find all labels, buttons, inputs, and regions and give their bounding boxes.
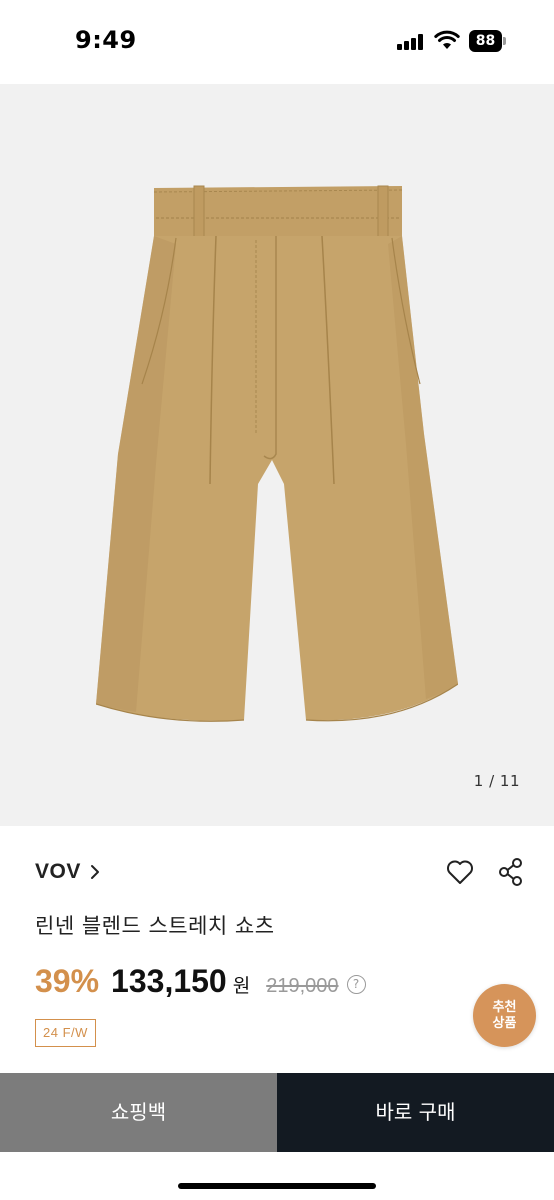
price-help-icon[interactable]: ? (346, 975, 366, 994)
shopping-bag-button[interactable]: 쇼핑백 (0, 1073, 277, 1152)
home-indicator-area (0, 1152, 554, 1200)
cellular-signal-icon (397, 34, 423, 50)
home-indicator[interactable] (178, 1183, 376, 1189)
bottom-action-bar: 쇼핑백 바로 구매 (0, 1073, 554, 1200)
brand-name[interactable]: VOV (35, 860, 81, 884)
battery-level: 88 (469, 30, 502, 52)
product-image[interactable] (96, 184, 458, 744)
image-page-indicator: 1 / 11 (473, 772, 520, 790)
share-icon[interactable] (498, 857, 524, 887)
product-image-gallery[interactable]: 1 / 11 (0, 84, 554, 826)
brand-link[interactable]: VOV (35, 860, 101, 884)
status-bar: 9:49 88 (0, 0, 554, 84)
currency-unit: 원 (232, 975, 251, 997)
recommend-label-line1: 추천 (492, 999, 517, 1015)
price-row: 39% 133,150 원 219,000 ? (35, 963, 366, 1000)
recommend-label-line2: 상품 (492, 1015, 517, 1031)
heart-icon[interactable] (446, 859, 474, 885)
chevron-right-icon (90, 865, 99, 879)
discount-rate: 39% (35, 963, 100, 999)
season-tag: 24 F/W (35, 1019, 96, 1047)
recommended-products-button[interactable]: 추천 상품 (473, 984, 536, 1047)
status-time: 9:49 (75, 26, 137, 54)
buy-now-button[interactable]: 바로 구매 (277, 1073, 554, 1152)
original-price: 219,000 (266, 975, 339, 997)
wifi-icon (434, 30, 460, 49)
sale-price: 133,150 (111, 963, 227, 999)
product-title: 린넨 블렌드 스트레치 쇼츠 (35, 914, 275, 938)
battery-icon: 88 (469, 30, 506, 52)
